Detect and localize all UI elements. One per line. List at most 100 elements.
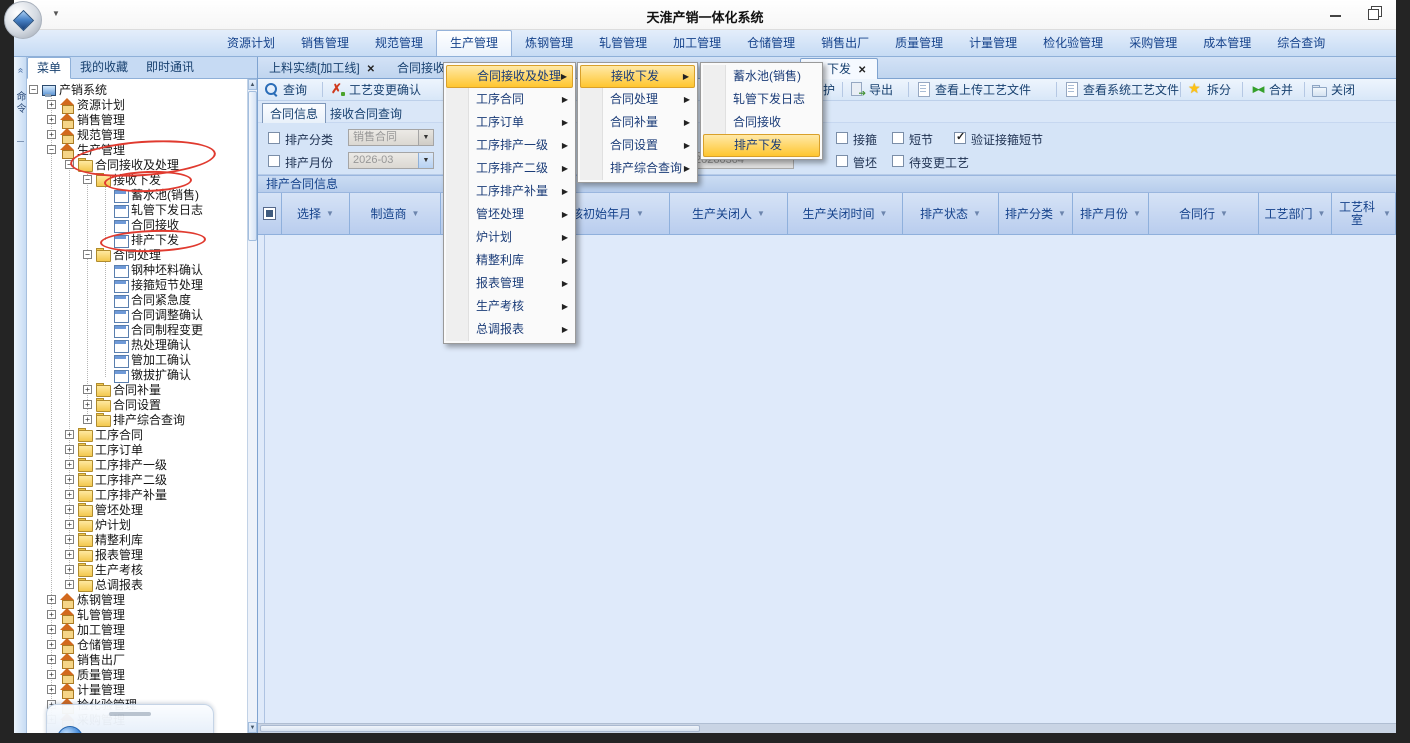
app-logo-icon[interactable] [4, 1, 42, 39]
expand-icon[interactable]: + [65, 580, 74, 589]
expand-icon[interactable]: + [65, 520, 74, 529]
tree-item[interactable]: +合同设置 [27, 398, 247, 413]
tree-item[interactable]: +炼钢管理 [27, 593, 247, 608]
schedule-class-select[interactable]: 销售合同▼ [348, 129, 434, 146]
collapse-icon[interactable]: − [47, 145, 56, 154]
menubar-item[interactable]: 轧管管理 [586, 30, 660, 56]
horizontal-scrollbar[interactable] [258, 723, 1396, 733]
tree-item[interactable]: +报表管理 [27, 548, 247, 563]
verify-coupling-checkbox[interactable] [954, 132, 966, 144]
tab-menu[interactable]: 菜单 [27, 57, 71, 79]
export-button[interactable]: 导出 [850, 79, 893, 100]
menubar-item[interactable]: 销售出厂 [808, 30, 882, 56]
menu-item[interactable]: 工序排产一级▶ [446, 134, 573, 157]
menubar-item[interactable]: 质量管理 [882, 30, 956, 56]
expand-icon[interactable]: + [65, 490, 74, 499]
pending-change-checkbox[interactable] [892, 155, 904, 167]
scrollbar-thumb[interactable] [260, 725, 700, 732]
select-all-header[interactable] [258, 193, 282, 234]
menubar-item[interactable]: 检化验管理 [1030, 30, 1116, 56]
tree-item[interactable]: +销售出厂 [27, 653, 247, 668]
expand-icon[interactable]: + [65, 430, 74, 439]
expand-icon[interactable]: + [47, 130, 56, 139]
column-header[interactable]: 生产关闭时间▼ [788, 193, 903, 234]
tree-item[interactable]: 管加工确认 [27, 353, 247, 368]
tree-item[interactable]: +仓储管理 [27, 638, 247, 653]
tab-favorites[interactable]: 我的收藏 [71, 57, 137, 78]
expand-icon[interactable]: + [65, 445, 74, 454]
menu-item[interactable]: 排产综合查询▶ [580, 157, 695, 180]
column-header[interactable]: 工艺科室▼ [1332, 193, 1396, 234]
expand-icon[interactable]: + [47, 595, 56, 604]
split-button[interactable]: 拆分 [1188, 79, 1231, 100]
column-header[interactable]: 选择▼ [282, 193, 350, 234]
tree-item[interactable]: +计量管理 [27, 683, 247, 698]
query-button[interactable]: 查询 [264, 79, 307, 100]
menu-item[interactable]: 管坯处理▶ [446, 203, 573, 226]
column-header[interactable]: 制造商▼ [350, 193, 441, 234]
filter-icon[interactable]: ▼ [880, 209, 888, 218]
tree-item[interactable]: 合同制程变更 [27, 323, 247, 338]
restore-button[interactable] [1360, 2, 1388, 24]
tree-item[interactable]: 热处理确认 [27, 338, 247, 353]
tree-item[interactable]: +炉计划 [27, 518, 247, 533]
expand-icon[interactable]: + [47, 670, 56, 679]
popup-grip[interactable] [109, 712, 151, 716]
menu-item[interactable]: 精整利库▶ [446, 249, 573, 272]
menu-item[interactable]: 炉计划▶ [446, 226, 573, 249]
menu-item[interactable]: 轧管下发日志 [703, 88, 820, 111]
tree-scrollbar[interactable]: ▲ ▼ [247, 79, 257, 733]
coupling-checkbox[interactable] [836, 132, 848, 144]
collapse-icon[interactable]: − [83, 250, 92, 259]
filter-icon[interactable]: ▼ [973, 209, 981, 218]
menu-item[interactable]: 工序订单▶ [446, 111, 573, 134]
tree-item[interactable]: +生产考核 [27, 563, 247, 578]
menu-item[interactable]: 合同接收及处理▶ [446, 65, 573, 88]
menu-item[interactable]: 合同处理▶ [580, 88, 695, 111]
system-button[interactable]: 查看系统工艺文件 [1064, 79, 1179, 100]
menu-item[interactable]: 合同补量▶ [580, 111, 695, 134]
expand-icon[interactable]: + [47, 685, 56, 694]
filter-icon[interactable]: ▼ [1318, 209, 1326, 218]
minimize-button[interactable] [1322, 2, 1350, 24]
expand-icon[interactable]: + [65, 565, 74, 574]
menu-item[interactable]: 工序排产二级▶ [446, 157, 573, 180]
expand-icon[interactable]: + [83, 415, 92, 424]
menubar-item[interactable]: 加工管理 [660, 30, 734, 56]
column-header[interactable]: 排产分类▼ [999, 193, 1073, 234]
column-header[interactable]: 工艺部门▼ [1259, 193, 1332, 234]
filter-icon[interactable]: ▼ [1383, 209, 1391, 218]
menubar-item[interactable]: 成本管理 [1190, 30, 1264, 56]
document-tab[interactable]: 上料实绩[加工线]✕ [262, 58, 382, 79]
filter-icon[interactable]: ▼ [1220, 209, 1228, 218]
menubar-item[interactable]: 生产管理 [436, 30, 512, 56]
tree-item[interactable]: +工序合同 [27, 428, 247, 443]
schedule-month-checkbox[interactable] [268, 155, 280, 167]
filter-icon[interactable]: ▼ [636, 209, 644, 218]
menubar-item[interactable]: 仓储管理 [734, 30, 808, 56]
menubar-item[interactable]: 销售管理 [288, 30, 362, 56]
schedule-class-checkbox[interactable] [268, 132, 280, 144]
menu-item[interactable]: 生产考核▶ [446, 295, 573, 318]
tree-item[interactable]: +工序排产一级 [27, 458, 247, 473]
tree-item[interactable]: +质量管理 [27, 668, 247, 683]
column-header[interactable]: 排产月份▼ [1073, 193, 1149, 234]
quick-access-dropdown-icon[interactable]: ▼ [52, 9, 60, 18]
header-checkbox[interactable] [263, 207, 276, 220]
filter-icon[interactable]: ▼ [1058, 209, 1066, 218]
menubar-item[interactable]: 规范管理 [362, 30, 436, 56]
tree-item[interactable]: 合同紧急度 [27, 293, 247, 308]
menu-item[interactable]: 总调报表▶ [446, 318, 573, 341]
menu-item[interactable]: 蓄水池(销售) [703, 65, 820, 88]
subtab-contract-info[interactable]: 合同信息 [262, 103, 326, 125]
tab-close-icon[interactable]: ✕ [858, 65, 866, 76]
expand-icon[interactable]: + [47, 640, 56, 649]
menu-item[interactable]: 工序合同▶ [446, 88, 573, 111]
expand-icon[interactable]: + [65, 535, 74, 544]
subtab-received-contract-query[interactable]: 接收合同查询 [330, 105, 402, 122]
tree-item[interactable]: +工序排产补量 [27, 488, 247, 503]
tree-item[interactable]: 合同调整确认 [27, 308, 247, 323]
tree-item[interactable]: +合同补量 [27, 383, 247, 398]
tree-item[interactable]: +加工管理 [27, 623, 247, 638]
expand-icon[interactable]: + [83, 385, 92, 394]
